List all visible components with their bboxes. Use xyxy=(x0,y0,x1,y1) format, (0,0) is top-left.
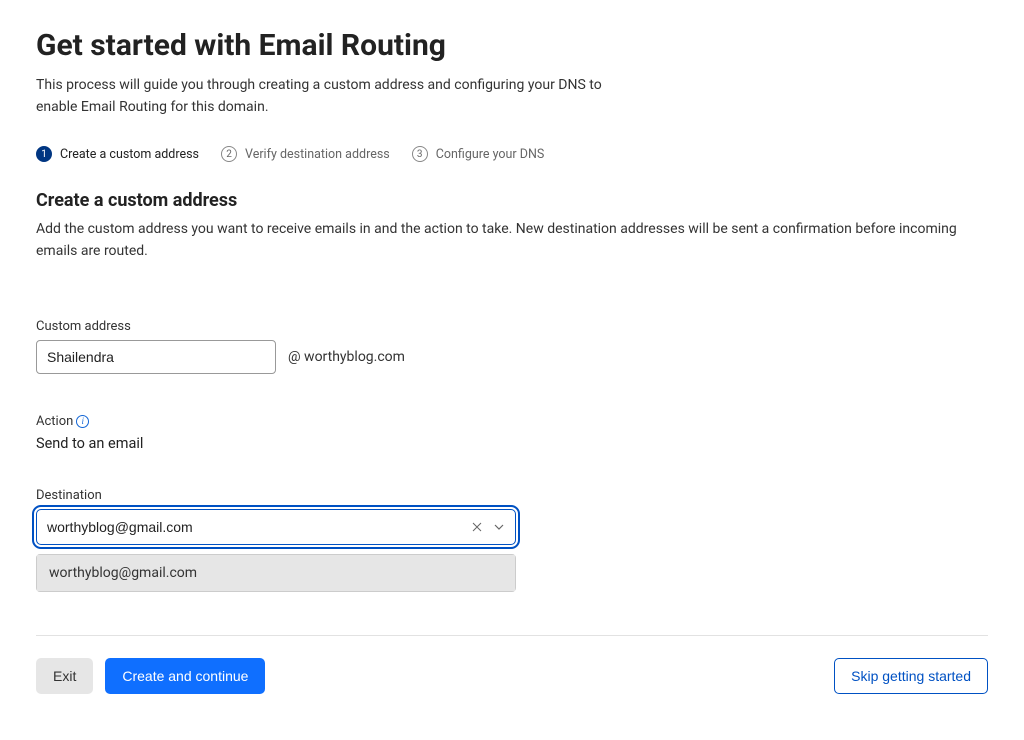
destination-input[interactable] xyxy=(47,510,469,544)
custom-address-label: Custom address xyxy=(36,319,988,334)
footer-divider xyxy=(36,635,988,636)
clear-icon[interactable] xyxy=(469,519,485,535)
action-value: Send to an email xyxy=(36,435,988,452)
skip-button[interactable]: Skip getting started xyxy=(834,658,988,694)
destination-dropdown: worthyblog@gmail.com xyxy=(36,554,516,592)
domain-suffix: @ worthyblog.com xyxy=(288,349,405,365)
action-label: Action i xyxy=(36,414,988,429)
create-continue-button[interactable]: Create and continue xyxy=(105,658,265,694)
destination-combobox[interactable] xyxy=(36,509,516,545)
destination-field: Destination worthyblog@gmail.com xyxy=(36,488,516,545)
section-title: Create a custom address xyxy=(36,190,988,211)
custom-address-input[interactable] xyxy=(36,340,276,374)
step-number-icon: 2 xyxy=(221,146,237,162)
progress-steps: 1 Create a custom address 2 Verify desti… xyxy=(36,146,988,162)
step-create-address: 1 Create a custom address xyxy=(36,146,199,162)
page-description: This process will guide you through crea… xyxy=(36,75,636,118)
step-label: Create a custom address xyxy=(60,147,199,162)
custom-address-field: Custom address @ worthyblog.com xyxy=(36,319,988,374)
destination-label: Destination xyxy=(36,488,516,503)
step-configure-dns: 3 Configure your DNS xyxy=(412,146,545,162)
destination-option[interactable]: worthyblog@gmail.com xyxy=(37,555,515,591)
action-field: Action i Send to an email xyxy=(36,414,988,452)
step-verify-destination: 2 Verify destination address xyxy=(221,146,390,162)
exit-button[interactable]: Exit xyxy=(36,658,93,694)
info-icon[interactable]: i xyxy=(76,415,89,428)
step-label: Configure your DNS xyxy=(436,147,545,162)
footer: Exit Create and continue Skip getting st… xyxy=(36,658,988,694)
chevron-down-icon[interactable] xyxy=(491,519,507,535)
step-label: Verify destination address xyxy=(245,147,390,162)
step-number-icon: 1 xyxy=(36,146,52,162)
step-number-icon: 3 xyxy=(412,146,428,162)
page-title: Get started with Email Routing xyxy=(36,28,988,63)
section-description: Add the custom address you want to recei… xyxy=(36,219,988,262)
